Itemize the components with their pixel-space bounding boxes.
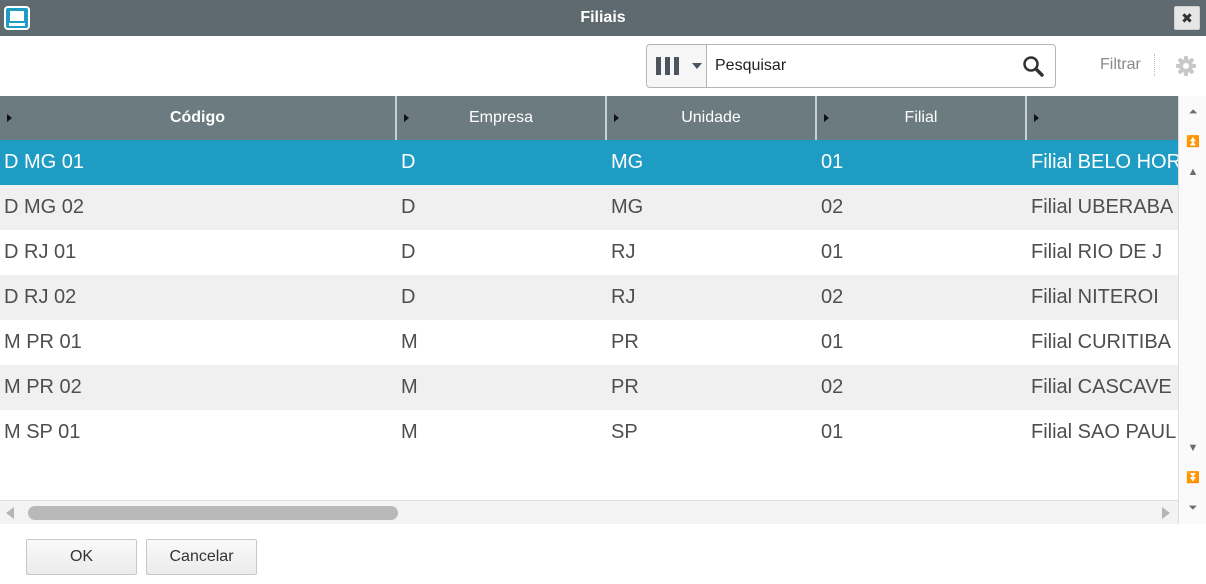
gear-icon[interactable] bbox=[1175, 55, 1197, 77]
cell-unidade: PR bbox=[611, 331, 639, 353]
dialog-title: Filiais bbox=[580, 9, 626, 26]
cell-filial: 02 bbox=[821, 286, 844, 308]
cell-codigo: M PR 02 bbox=[4, 376, 82, 398]
cell-empresa: D bbox=[401, 196, 416, 218]
cell-filial: 02 bbox=[821, 376, 844, 398]
cell-codigo: D RJ 02 bbox=[4, 286, 77, 308]
table-row[interactable]: D MG 02 D MG 02 Filial UBERABA bbox=[0, 185, 1178, 230]
cell-unidade: RJ bbox=[611, 241, 636, 263]
cell-descricao: Filial UBERABA bbox=[1031, 196, 1174, 218]
sort-arrow-icon bbox=[824, 114, 829, 122]
cell-empresa: D bbox=[401, 286, 416, 308]
double-chevron-down-icon: ⏬ bbox=[1186, 472, 1200, 484]
table-row[interactable]: M SP 01 M SP 01 Filial SAO PAUL bbox=[0, 410, 1178, 455]
cell-unidade: SP bbox=[611, 421, 638, 443]
double-chevron-up-icon: ⏫ bbox=[1186, 136, 1200, 148]
cell-unidade: PR bbox=[611, 376, 639, 398]
table-row[interactable]: M PR 01 M PR 01 Filial CURITIBA bbox=[0, 320, 1178, 365]
table-row[interactable]: M PR 02 M PR 02 Filial CASCAVE bbox=[0, 365, 1178, 410]
cell-descricao: Filial CURITIBA bbox=[1031, 331, 1172, 353]
cell-descricao: Filial BELO HOR bbox=[1031, 151, 1178, 173]
scroll-page-up-button[interactable]: ⏫ bbox=[1182, 128, 1204, 156]
cell-unidade: MG bbox=[611, 196, 644, 218]
cell-codigo: M SP 01 bbox=[4, 421, 81, 443]
sort-arrow-icon bbox=[614, 114, 619, 122]
scroll-down-button[interactable]: ▼ bbox=[1182, 434, 1204, 462]
column-header-unidade[interactable]: Unidade bbox=[607, 96, 817, 140]
table-row[interactable]: D RJ 02 D RJ 02 Filial NITEROI bbox=[0, 275, 1178, 320]
search-input[interactable] bbox=[709, 46, 1009, 86]
scroll-bottom-icon: ⏷ bbox=[1188, 502, 1198, 514]
filiais-table: Código Empresa Unidade Filial D MG 01 D bbox=[0, 96, 1178, 500]
cell-descricao: Filial CASCAVE bbox=[1031, 376, 1172, 398]
cell-filial: 01 bbox=[821, 151, 844, 173]
cell-descricao: Filial SAO PAUL bbox=[1031, 421, 1177, 443]
toolbar-divider bbox=[1154, 54, 1155, 76]
filiais-dialog: Filiais ✖ Filtrar bbox=[0, 0, 1206, 584]
table-header: Código Empresa Unidade Filial bbox=[0, 96, 1178, 140]
sort-arrow-icon bbox=[404, 114, 409, 122]
cell-empresa: M bbox=[401, 376, 418, 398]
scroll-bottom-button[interactable]: ⏷ bbox=[1182, 494, 1204, 522]
chevron-up-icon: ▲ bbox=[1187, 166, 1199, 178]
cell-codigo: M PR 01 bbox=[4, 331, 82, 353]
close-button[interactable]: ✖ bbox=[1174, 6, 1200, 30]
scroll-left-icon[interactable] bbox=[6, 507, 14, 519]
scroll-top-button[interactable]: ⏶ bbox=[1182, 98, 1204, 126]
cell-descricao: Filial NITEROI bbox=[1031, 286, 1159, 308]
search-box bbox=[646, 44, 1056, 88]
cell-filial: 01 bbox=[821, 421, 844, 443]
search-icon[interactable] bbox=[1021, 54, 1047, 80]
filter-link[interactable]: Filtrar bbox=[1100, 56, 1141, 74]
horizontal-scrollbar[interactable] bbox=[0, 500, 1178, 524]
cell-filial: 02 bbox=[821, 196, 844, 218]
cell-descricao: Filial RIO DE J bbox=[1031, 241, 1163, 263]
cancel-button[interactable]: Cancelar bbox=[146, 539, 257, 575]
cell-unidade: RJ bbox=[611, 286, 636, 308]
chevron-down-icon bbox=[692, 63, 702, 69]
cell-empresa: M bbox=[401, 421, 418, 443]
columns-icon bbox=[656, 57, 680, 75]
cell-codigo: D MG 02 bbox=[4, 196, 85, 218]
scroll-up-button[interactable]: ▲ bbox=[1182, 158, 1204, 186]
cell-codigo: D RJ 01 bbox=[4, 241, 77, 263]
table-row[interactable]: D RJ 01 D RJ 01 Filial RIO DE J bbox=[0, 230, 1178, 275]
column-header-descricao[interactable] bbox=[1027, 96, 1178, 140]
cell-empresa: M bbox=[401, 331, 418, 353]
chevron-down-icon: ▼ bbox=[1187, 442, 1199, 454]
close-icon: ✖ bbox=[1181, 10, 1193, 26]
column-selector-button[interactable] bbox=[647, 45, 707, 87]
cell-empresa: D bbox=[401, 241, 416, 263]
cell-filial: 01 bbox=[821, 331, 844, 353]
sort-arrow-icon bbox=[7, 114, 12, 122]
cell-empresa: D bbox=[401, 151, 416, 173]
scroll-right-icon[interactable] bbox=[1162, 507, 1170, 519]
title-bar: Filiais ✖ bbox=[0, 0, 1206, 36]
ok-button[interactable]: OK bbox=[26, 539, 137, 575]
scroll-page-down-button[interactable]: ⏬ bbox=[1182, 464, 1204, 492]
column-header-codigo[interactable]: Código bbox=[0, 96, 397, 140]
table-row[interactable]: D MG 01 D MG 01 Filial BELO HOR bbox=[0, 140, 1178, 185]
cell-codigo: D MG 01 bbox=[4, 151, 85, 173]
cell-filial: 01 bbox=[821, 241, 844, 263]
cell-unidade: MG bbox=[611, 151, 644, 173]
sort-arrow-icon bbox=[1034, 114, 1039, 122]
scroll-top-icon: ⏶ bbox=[1188, 106, 1198, 118]
horizontal-scroll-thumb[interactable] bbox=[28, 506, 398, 520]
column-header-filial[interactable]: Filial bbox=[817, 96, 1027, 140]
vertical-scrollbar[interactable]: ⏶ ⏫ ▲ ▼ ⏬ ⏷ bbox=[1178, 96, 1206, 524]
column-header-empresa[interactable]: Empresa bbox=[397, 96, 607, 140]
